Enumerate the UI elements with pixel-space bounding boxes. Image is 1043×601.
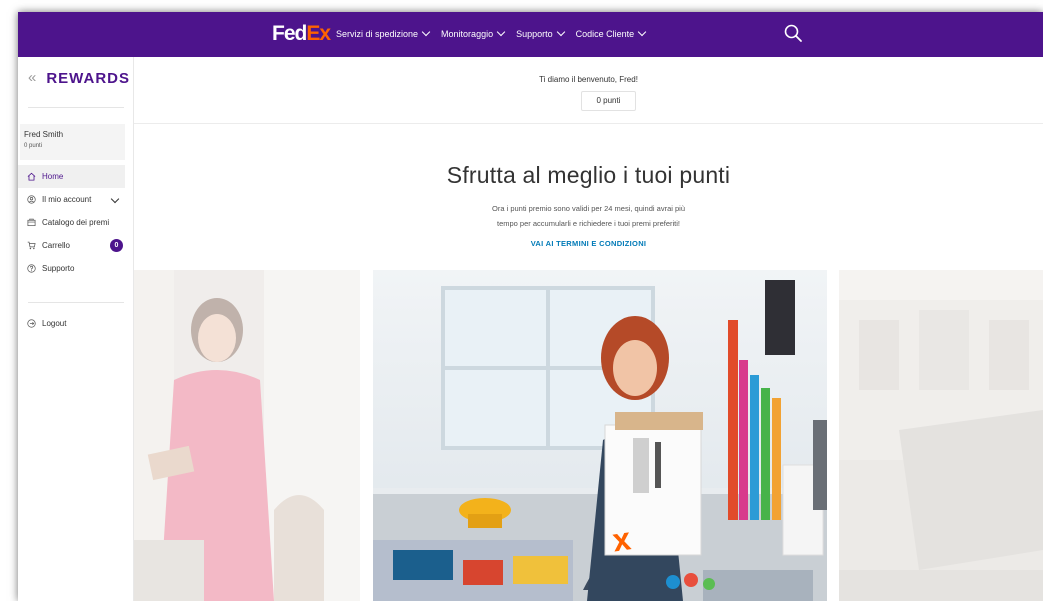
sidebar-item-home[interactable]: Home — [18, 165, 125, 188]
laptop-workspace-photo — [839, 270, 1043, 601]
user-name: Fred Smith — [24, 130, 64, 139]
hero-description-line: tempo per accumularli e richiedere i tuo… — [497, 219, 680, 228]
woman-with-package-photo — [134, 270, 360, 601]
chevron-down-icon — [421, 27, 431, 37]
carousel-image-center[interactable]: x — [373, 270, 827, 601]
hero-description-line: Ora i punti premio sono validi per 24 me… — [491, 204, 685, 213]
chevron-down-icon — [556, 27, 565, 37]
rewards-sidebar: « REWARDS Fred Smith 0 punti Home Il mio… — [18, 57, 134, 601]
welcome-banner: Ti diamo il benvenuto, Fred! 0 punti — [134, 57, 1043, 124]
main-nav: Servizi di spedizione Monitoraggio Suppo… — [336, 27, 647, 41]
terms-conditions-link[interactable]: VAI AI TERMINI E CONDIZIONI — [134, 239, 1043, 248]
logout-icon — [27, 319, 36, 328]
chevron-down-icon — [637, 27, 647, 37]
sidebar-menu: Home Il mio account Catalogo dei premi C… — [18, 165, 128, 280]
sidebar-item-label: Logout — [42, 319, 67, 328]
cart-icon — [27, 241, 36, 250]
sidebar-item-label: Home — [42, 172, 64, 181]
home-icon — [27, 172, 36, 181]
support-icon — [27, 264, 36, 273]
nav-servizi-spedizione[interactable]: Servizi di spedizione — [336, 27, 431, 41]
account-icon — [27, 195, 36, 204]
welcome-greeting: Ti diamo il benvenuto, Fred! — [539, 75, 638, 84]
browser-page: FedEx Servizi di spedizione Monitoraggio… — [18, 12, 1043, 601]
chevron-down-icon[interactable] — [110, 194, 120, 204]
woman-holding-fedex-box-photo: x — [373, 270, 827, 601]
sidebar-header: « REWARDS — [28, 69, 130, 87]
rewards-title: REWARDS — [46, 69, 131, 87]
sidebar-item-label: Catalogo dei premi — [42, 218, 110, 227]
sidebar-item-catalog[interactable]: Catalogo dei premi — [18, 211, 128, 234]
sidebar-item-cart[interactable]: Carrello 0 — [18, 234, 128, 257]
collapse-sidebar-icon[interactable]: « — [28, 69, 36, 87]
nav-supporto[interactable]: Supporto — [516, 27, 565, 41]
divider — [28, 302, 124, 303]
fedex-logo[interactable]: FedEx — [272, 22, 331, 46]
carousel-image-right[interactable] — [839, 270, 1043, 601]
nav-monitoraggio[interactable]: Monitoraggio — [441, 27, 506, 41]
cart-count-badge: 0 — [110, 239, 123, 252]
nav-codice-cliente[interactable]: Codice Cliente — [576, 27, 647, 41]
sidebar-item-label: Supporto — [42, 264, 75, 273]
user-points: 0 punti — [24, 143, 43, 149]
catalog-icon — [27, 218, 36, 227]
sidebar-item-label: Il mio account — [42, 195, 92, 204]
carousel-image-left[interactable] — [134, 270, 360, 601]
sidebar-item-account[interactable]: Il mio account — [18, 188, 128, 211]
divider — [28, 107, 124, 108]
user-card: Fred Smith 0 punti — [20, 124, 125, 160]
top-navigation-bar: FedEx Servizi di spedizione Monitoraggio… — [18, 12, 1043, 57]
sidebar-item-support[interactable]: Supporto — [18, 257, 128, 280]
sidebar-item-label: Carrello — [42, 241, 71, 250]
search-icon[interactable] — [783, 23, 803, 43]
chevron-down-icon — [496, 27, 506, 37]
sidebar-item-logout[interactable]: Logout — [18, 312, 66, 335]
hero-title: Sfrutta al meglio i tuoi punti — [446, 162, 731, 188]
points-button[interactable]: 0 punti — [581, 91, 636, 111]
logout-wrapper: Logout — [18, 312, 66, 335]
